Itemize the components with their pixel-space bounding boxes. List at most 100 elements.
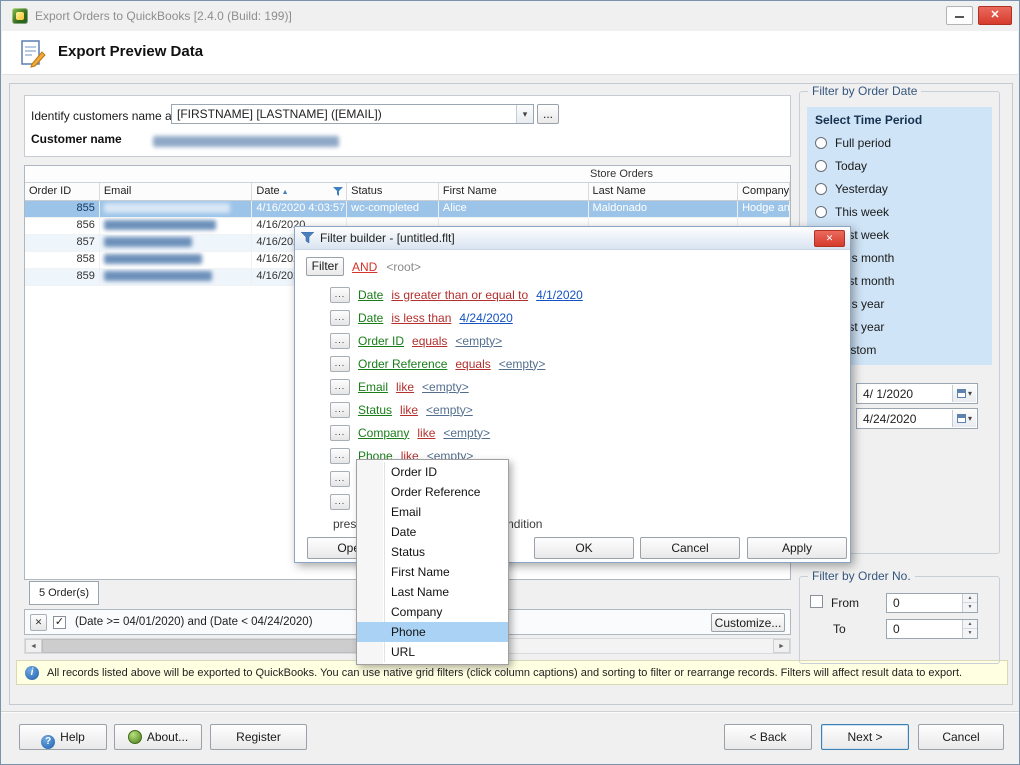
menu-item-first-name[interactable]: First Name [357, 562, 508, 582]
calendar-dropdown-button[interactable]: ▾ [952, 410, 976, 427]
column-header-email[interactable]: Email [100, 183, 253, 200]
menu-item-status[interactable]: Status [357, 542, 508, 562]
chevron-down-icon[interactable]: ▾ [516, 105, 533, 123]
condition-value-link[interactable]: 4/24/2020 [459, 311, 512, 325]
help-button[interactable]: ?Help [19, 724, 107, 750]
condition-options-button[interactable]: ... [330, 402, 350, 418]
calendar-dropdown-button[interactable]: ▾ [952, 385, 976, 402]
menu-item-order-reference[interactable]: Order Reference [357, 482, 508, 502]
radio-option[interactable]: This week [815, 201, 889, 223]
condition-field-link[interactable]: Date [358, 288, 383, 302]
date-from-field[interactable]: 4/ 1/2020 ▾ [856, 383, 978, 404]
apply-button[interactable]: Apply [747, 537, 847, 559]
column-header-last-name[interactable]: Last Name [589, 183, 739, 200]
close-button[interactable]: ✕ [978, 6, 1012, 25]
scroll-left-icon[interactable]: ◄ [25, 639, 42, 653]
condition-value-link[interactable]: <empty> [455, 334, 502, 348]
condition-value-link[interactable]: <empty> [499, 357, 546, 371]
condition-operator-link[interactable]: like [400, 403, 418, 417]
condition-options-button[interactable]: ... [330, 356, 350, 372]
funnel-icon [301, 232, 314, 244]
menu-item-company[interactable]: Company [357, 602, 508, 622]
condition-operator-link[interactable]: like [417, 426, 435, 440]
condition-operator-link[interactable]: equals [455, 357, 490, 371]
root-operator-link[interactable]: AND [352, 260, 377, 274]
condition-options-button[interactable]: ... [330, 287, 350, 303]
condition-operator-link[interactable]: like [396, 380, 414, 394]
radio-icon [815, 206, 827, 218]
menu-item-order-id[interactable]: Order ID [357, 462, 508, 482]
scrollbar-thumb[interactable] [42, 639, 394, 653]
spin-down-icon[interactable]: ▼ [963, 629, 977, 638]
order-date-legend: Filter by Order Date [808, 84, 921, 98]
condition-value-link[interactable]: <empty> [426, 403, 473, 417]
menu-item-url[interactable]: URL [357, 642, 508, 662]
footer-divider [1, 711, 1019, 713]
condition-options-button[interactable]: ... [330, 448, 350, 464]
condition-options-button[interactable]: ... [330, 494, 350, 510]
title-bar[interactable]: Export Orders to QuickBooks [2.4.0 (Buil… [1, 1, 1019, 31]
minimize-button[interactable] [946, 6, 973, 25]
condition-field-link[interactable]: Order Reference [358, 357, 447, 371]
customize-filter-button[interactable]: Customize... [711, 613, 785, 632]
active-filter-text[interactable]: (Date >= 04/01/2020) and (Date < 04/24/2… [75, 616, 313, 628]
back-button[interactable]: < Back [724, 724, 812, 750]
filter-menu-button[interactable]: Filter [306, 257, 344, 276]
scroll-right-icon[interactable]: ► [773, 639, 790, 653]
dialog-cancel-button[interactable]: Cancel [640, 537, 740, 559]
customer-name-label: Customer name [31, 132, 122, 146]
chevron-down-icon: ▾ [968, 389, 972, 398]
condition-field-link[interactable]: Company [358, 426, 409, 440]
condition-row: ... Date is greater than or equal to 4/1… [330, 283, 583, 306]
condition-options-button[interactable]: ... [330, 333, 350, 349]
column-header-date[interactable]: Date▲ [252, 183, 347, 200]
dialog-title-bar[interactable]: Filter builder - [untitled.flt] ✕ [295, 227, 850, 250]
condition-operator-link[interactable]: is greater than or equal to [391, 288, 528, 302]
condition-options-button[interactable]: ... [330, 425, 350, 441]
condition-row: ... Status like <empty> [330, 398, 583, 421]
filter-funnel-icon[interactable] [333, 187, 343, 199]
condition-field-link[interactable]: Status [358, 403, 392, 417]
menu-item-date[interactable]: Date [357, 522, 508, 542]
menu-item-phone[interactable]: Phone [357, 622, 508, 642]
spin-up-icon[interactable]: ▲ [963, 594, 977, 603]
clear-filter-button[interactable]: ✕ [30, 614, 47, 631]
condition-value-link[interactable]: <empty> [422, 380, 469, 394]
column-header-order-id[interactable]: Order ID [25, 183, 100, 200]
order-no-to-spinner[interactable]: 0 ▲ ▼ [886, 619, 978, 639]
column-header-first-name[interactable]: First Name [439, 183, 589, 200]
filter-enabled-checkbox[interactable]: ✓ [53, 616, 66, 629]
name-format-combobox[interactable]: [FIRSTNAME] [LASTNAME] ([EMAIL]) ▾ [171, 104, 534, 124]
condition-operator-link[interactable]: equals [412, 334, 447, 348]
ok-button[interactable]: OK [534, 537, 634, 559]
name-format-browse-button[interactable]: ... [537, 104, 559, 124]
radio-option[interactable]: Yesterday [815, 178, 888, 200]
condition-operator-link[interactable]: is less than [391, 311, 451, 325]
date-to-field[interactable]: 4/24/2020 ▾ [856, 408, 978, 429]
column-header-company[interactable]: Company [738, 183, 790, 200]
radio-option[interactable]: Today [815, 155, 867, 177]
menu-item-email[interactable]: Email [357, 502, 508, 522]
condition-value-link[interactable]: 4/1/2020 [536, 288, 583, 302]
condition-options-button[interactable]: ... [330, 310, 350, 326]
radio-option[interactable]: Full period [815, 132, 891, 154]
condition-field-link[interactable]: Date [358, 311, 383, 325]
dialog-close-button[interactable]: ✕ [814, 230, 845, 247]
table-row[interactable]: 855 4/16/2020 4:03:57 wc-completed Alice… [25, 201, 790, 218]
order-count-box: 5 Order(s) [29, 581, 99, 605]
order-no-from-spinner[interactable]: 0 ▲ ▼ [886, 593, 978, 613]
about-button[interactable]: About... [114, 724, 202, 750]
column-header-status[interactable]: Status [347, 183, 439, 200]
condition-field-link[interactable]: Order ID [358, 334, 404, 348]
next-button[interactable]: Next > [821, 724, 909, 750]
cancel-button[interactable]: Cancel [918, 724, 1004, 750]
condition-field-link[interactable]: Email [358, 380, 388, 394]
order-no-enable-checkbox[interactable] [810, 595, 823, 608]
menu-item-last-name[interactable]: Last Name [357, 582, 508, 602]
register-button[interactable]: Register [210, 724, 307, 750]
condition-options-button[interactable]: ... [330, 471, 350, 487]
condition-options-button[interactable]: ... [330, 379, 350, 395]
spin-down-icon[interactable]: ▼ [963, 603, 977, 612]
condition-value-link[interactable]: <empty> [443, 426, 490, 440]
spin-up-icon[interactable]: ▲ [963, 620, 977, 629]
